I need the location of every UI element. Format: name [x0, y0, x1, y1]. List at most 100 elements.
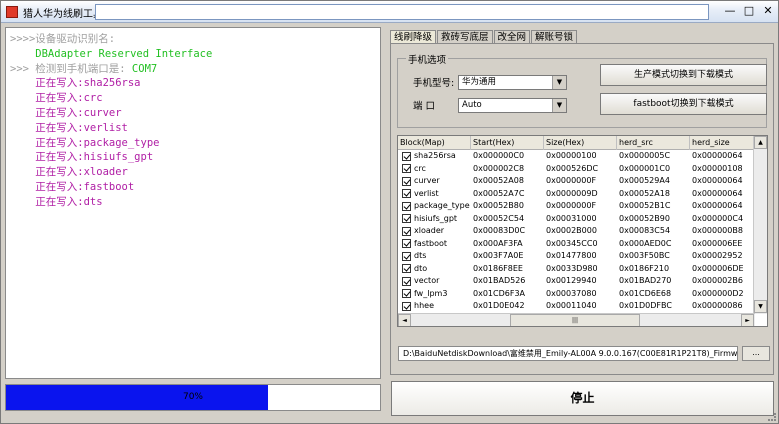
table-cell: 0x01D0E042 — [471, 300, 544, 313]
cell-text: hhee — [414, 301, 434, 310]
row-checkbox[interactable] — [402, 189, 411, 198]
table-cell: 0x00083C54 — [617, 225, 690, 238]
title-bar[interactable]: 猎人华为线刷工具 — □ ✕ — [1, 1, 778, 23]
row-checkbox[interactable] — [402, 276, 411, 286]
column-header[interactable]: herd_size — [690, 136, 754, 150]
table-row[interactable]: crc 0x000002C8 0x000526DC 0x000001C0 0x00000… — [398, 163, 754, 176]
close-button[interactable]: ✕ — [761, 5, 775, 18]
table-cell: 0x00052B80 — [471, 200, 544, 213]
horizontal-scrollbar[interactable]: ◄ ||| ► — [398, 313, 755, 326]
chevron-down-icon[interactable]: ▼ — [552, 76, 566, 89]
tab-flash-downgrade[interactable]: 线刷降级 — [390, 30, 437, 44]
cell-text: 0x00345CC0 — [546, 238, 598, 248]
table-cell: 0x003F50BC — [617, 250, 690, 263]
table-cell: 0x00052A08 — [471, 175, 544, 188]
main-window: 猎人华为线刷工具 — □ ✕ >>>>设备驱动识别名: DBAdapter Re… — [0, 0, 779, 424]
cell-text: 0x000002B6 — [692, 276, 743, 285]
row-checkbox[interactable] — [402, 176, 411, 186]
table-cell: dts — [398, 250, 471, 263]
tab-change-region[interactable]: 改全网 — [493, 30, 531, 44]
cell-text: xloader — [414, 226, 445, 235]
chevron-down-icon[interactable]: ▼ — [552, 99, 566, 112]
firmware-path-field[interactable]: D:\BaiduNetdiskDownload\富维禁用_Emily-AL00A… — [398, 346, 738, 361]
scroll-left-icon[interactable]: ◄ — [398, 314, 411, 326]
vertical-scrollbar[interactable]: ▲ ▼ — [753, 136, 767, 314]
row-checkbox[interactable] — [402, 289, 411, 298]
table-row[interactable]: vector 0x01BAD526 0x00129940 0x01BAD270 0x00… — [398, 275, 754, 288]
table-row[interactable]: dto 0x0186F8EE 0x0033D980 0x0186F210 0x00000… — [398, 263, 754, 276]
stop-button[interactable]: 停止 — [391, 381, 774, 416]
table-cell: 0x00000064 — [690, 150, 754, 163]
table-cell: 0x01CD6F3A — [471, 288, 544, 301]
log-line: 正在写入:xloader — [10, 165, 376, 180]
model-select[interactable]: 华为通用 ▼ — [458, 75, 567, 90]
table-row[interactable]: sha256rsa 0x000000C0 0x00000100 0x0000005C 0… — [398, 150, 754, 163]
cell-text: dts — [414, 251, 427, 260]
maximize-button[interactable]: □ — [742, 5, 756, 18]
table-row[interactable]: hhee 0x01D0E042 0x00011040 0x01D0DFBC 0x0000… — [398, 300, 754, 313]
cell-text: curver — [414, 176, 440, 185]
row-checkbox[interactable] — [402, 226, 411, 236]
cell-text: 0x000006DE — [692, 263, 744, 273]
table-row[interactable]: xloader 0x00083D0C 0x0002B000 0x00083C54 0x0… — [398, 225, 754, 238]
table-cell: 0x00052A18 — [617, 188, 690, 201]
cell-text: 0x00000064 — [692, 201, 743, 210]
column-header[interactable]: Start(Hex) — [471, 136, 544, 150]
row-checkbox[interactable] — [402, 264, 411, 273]
row-checkbox[interactable] — [402, 301, 411, 311]
table-cell: 0x000529A4 — [617, 175, 690, 188]
table-row[interactable]: curver 0x00052A08 0x0000000F 0x000529A4 0x00… — [398, 175, 754, 188]
row-checkbox[interactable] — [402, 239, 411, 248]
row-checkbox[interactable] — [402, 151, 411, 161]
port-select-value: Auto — [462, 100, 482, 110]
table-cell: 0x000000C4 — [690, 213, 754, 226]
cell-text: 0x00083D0C — [473, 226, 526, 235]
scroll-down-icon[interactable]: ▼ — [754, 300, 767, 313]
row-checkbox[interactable] — [402, 251, 411, 261]
production-to-download-button[interactable]: 生产模式切换到下载模式 — [600, 64, 767, 86]
table-cell: vector — [398, 275, 471, 288]
log-text: 正在写入:xloader — [10, 166, 128, 179]
log-text: 正在写入:dts — [10, 195, 103, 208]
log-text: >>> 检测到手机端口是: — [10, 62, 126, 75]
scroll-right-icon[interactable]: ► — [741, 314, 754, 326]
group-title: 手机选项 — [406, 52, 449, 66]
row-checkbox[interactable] — [402, 164, 411, 173]
log-line: DBAdapter Reserved Interface — [10, 47, 376, 62]
table-row[interactable]: dts 0x003F7A0E 0x01477800 0x003F50BC 0x00002… — [398, 250, 754, 263]
table-cell: 0x0186F8EE — [471, 263, 544, 276]
resize-grip-icon[interactable] — [768, 413, 776, 421]
log-console[interactable]: >>>>设备驱动识别名: DBAdapter Reserved Interfac… — [5, 27, 381, 379]
cell-text: 0x00052C54 — [473, 213, 525, 223]
table-cell: xloader — [398, 225, 471, 238]
table-row[interactable]: hisiufs_gpt 0x00052C54 0x00031000 0x00052B9… — [398, 213, 754, 226]
cell-text: 0x000000C0 — [473, 151, 525, 160]
table-row[interactable]: fastboot 0x000AF3FA 0x00345CC0 0x000AED0C 0x… — [398, 238, 754, 251]
cell-text: 0x01477800 — [546, 251, 597, 260]
column-header[interactable]: Block(Map) — [398, 136, 471, 150]
table-cell: 0x01BAD270 — [617, 275, 690, 288]
table-row[interactable]: fw_lpm3 0x01CD6F3A 0x00037080 0x01CD6E68 0x0… — [398, 288, 754, 301]
cell-text: 0x0002B000 — [546, 226, 597, 235]
column-header[interactable]: herd_src — [617, 136, 690, 150]
cell-text: 0x0033D980 — [546, 263, 598, 273]
cell-text: 0x00052B80 — [473, 201, 524, 210]
scroll-up-icon[interactable]: ▲ — [754, 136, 767, 149]
tab-unbrick[interactable]: 救砖写底层 — [437, 30, 493, 44]
table-row[interactable]: verlist 0x00052A7C 0x0000009D 0x00052A18 0x0… — [398, 188, 754, 201]
cell-text: 0x01CD6F3A — [473, 288, 526, 298]
tab-unlock-account[interactable]: 解账号锁 — [531, 30, 578, 44]
row-checkbox[interactable] — [402, 214, 411, 223]
row-checkbox[interactable] — [402, 201, 411, 211]
table-cell: 0x0002B000 — [544, 225, 617, 238]
table-cell: 0x01D0DFBC — [617, 300, 690, 313]
minimize-button[interactable]: — — [723, 5, 737, 18]
cell-text: 0x0000000F — [546, 201, 597, 210]
scroll-thumb[interactable]: ||| — [510, 314, 640, 326]
port-select[interactable]: Auto ▼ — [458, 98, 567, 113]
column-header[interactable]: Size(Hex) — [544, 136, 617, 150]
browse-button[interactable]: ... — [742, 346, 770, 361]
table-row[interactable]: package_type 0x00052B80 0x0000000F 0x00052B… — [398, 200, 754, 213]
fastboot-to-download-button[interactable]: fastboot切换到下载模式 — [600, 93, 767, 115]
cell-text: 0x0000000F — [546, 176, 597, 185]
